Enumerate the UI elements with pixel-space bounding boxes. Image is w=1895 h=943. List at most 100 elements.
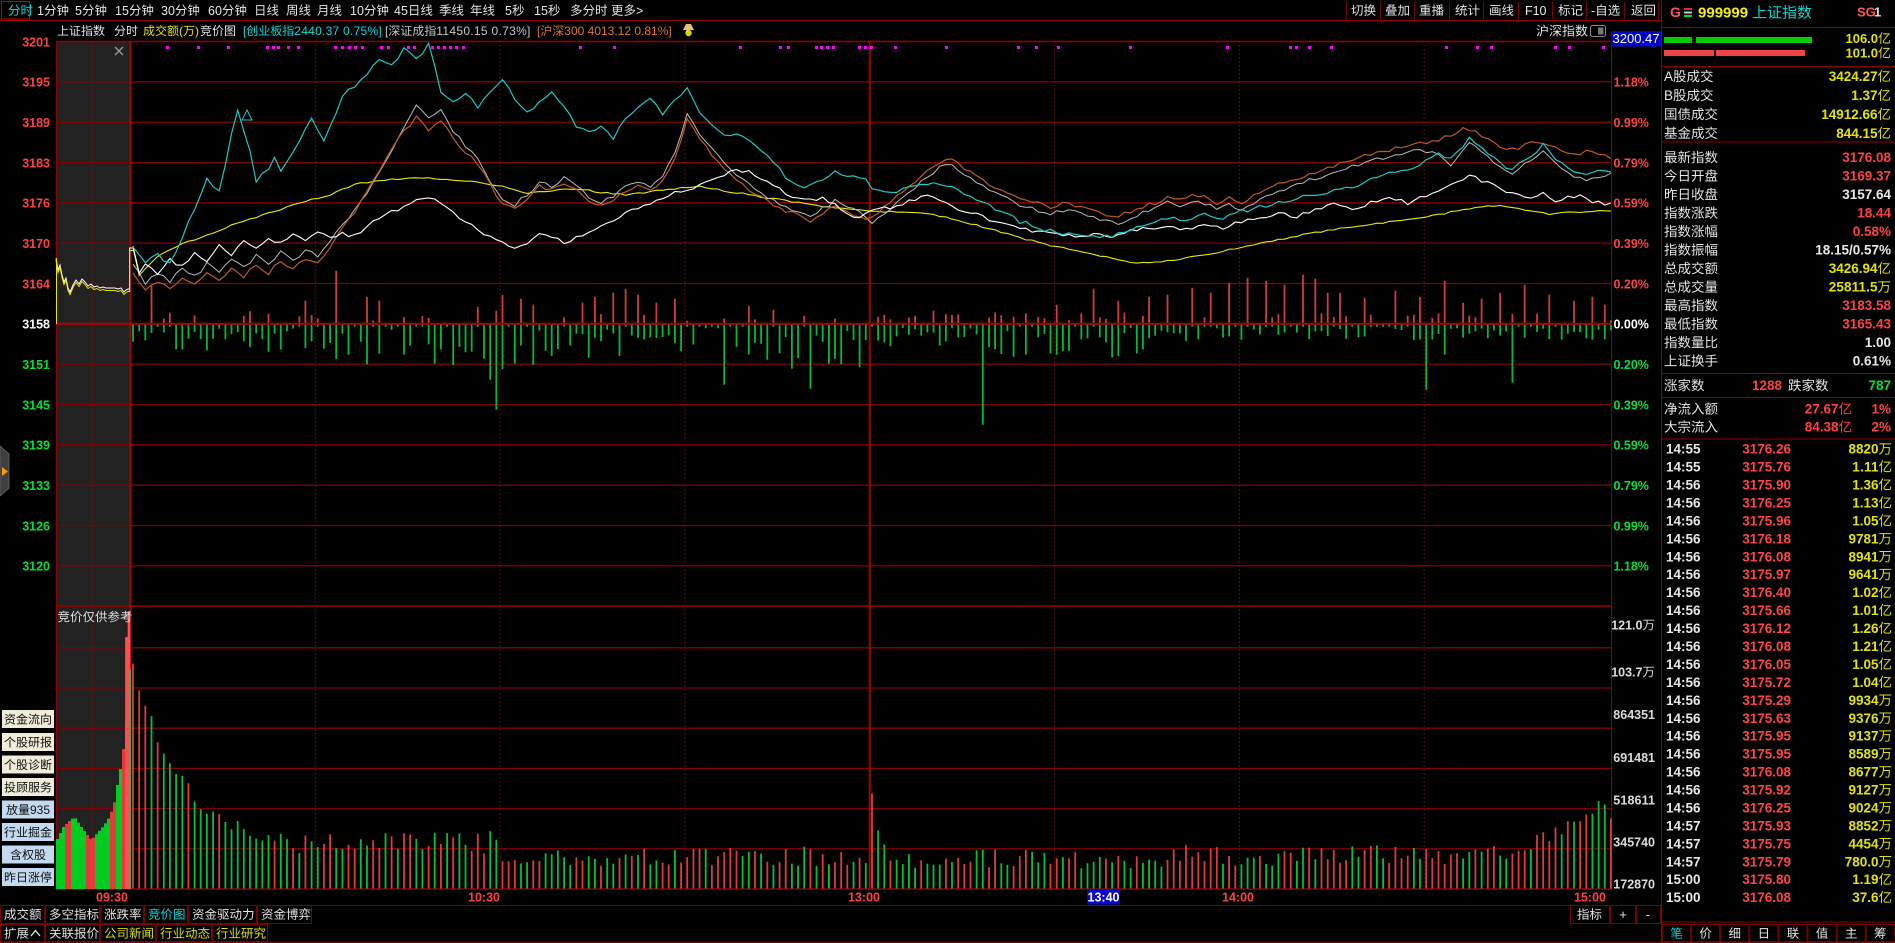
- svg-text:09:30: 09:30: [96, 890, 128, 904]
- svg-text:SG: SG: [1857, 5, 1876, 20]
- svg-text:3176.25: 3176.25: [1742, 801, 1791, 816]
- svg-text:8852: 8852: [1849, 818, 1879, 833]
- svg-text:14:56: 14:56: [1666, 603, 1701, 618]
- svg-text:84.38: 84.38: [1805, 420, 1839, 435]
- svg-text:3145: 3145: [22, 398, 50, 412]
- svg-text:3176.18: 3176.18: [1742, 531, 1791, 546]
- svg-text:15:00: 15:00: [1574, 890, 1606, 904]
- svg-text:3176.08: 3176.08: [1742, 549, 1791, 564]
- svg-text:3426.94: 3426.94: [1829, 261, 1878, 276]
- svg-text:3176.26: 3176.26: [1742, 442, 1791, 457]
- svg-text:3169.37: 3169.37: [1842, 169, 1891, 184]
- svg-text:8677: 8677: [1849, 765, 1879, 780]
- svg-text:14:56: 14:56: [1666, 567, 1701, 582]
- svg-text:14:56: 14:56: [1666, 675, 1701, 690]
- svg-text:14:56: 14:56: [1666, 693, 1701, 708]
- svg-text:3201: 3201: [22, 35, 50, 49]
- svg-text:1.05: 1.05: [1852, 513, 1879, 528]
- svg-text:3175.76: 3175.76: [1742, 460, 1791, 475]
- svg-text:780.0: 780.0: [1845, 854, 1879, 869]
- svg-text:0.59%: 0.59%: [1614, 439, 1649, 453]
- svg-text:0.79%: 0.79%: [1614, 156, 1649, 170]
- svg-text:3158: 3158: [22, 318, 50, 332]
- svg-text:1.04: 1.04: [1852, 675, 1879, 690]
- svg-text:345740: 345740: [1613, 835, 1655, 849]
- svg-text:14:56: 14:56: [1666, 478, 1701, 493]
- svg-text:3183.58: 3183.58: [1842, 298, 1891, 313]
- svg-text:101.0: 101.0: [1846, 46, 1879, 61]
- svg-text:3189: 3189: [22, 116, 50, 130]
- svg-text:3176.05: 3176.05: [1742, 657, 1791, 672]
- svg-text:14:56: 14:56: [1666, 747, 1701, 762]
- svg-text:14:56: 14:56: [1666, 513, 1701, 528]
- svg-text:14912.66: 14912.66: [1821, 107, 1878, 122]
- svg-text:3176.08: 3176.08: [1742, 765, 1791, 780]
- svg-text:8589: 8589: [1849, 747, 1879, 762]
- svg-text:1.11: 1.11: [1852, 460, 1879, 475]
- svg-text:172870: 172870: [1613, 877, 1655, 891]
- svg-text:3175.95: 3175.95: [1742, 747, 1791, 762]
- svg-text:9376: 9376: [1849, 711, 1879, 726]
- svg-text:3175.75: 3175.75: [1742, 836, 1791, 851]
- svg-text:691481: 691481: [1613, 751, 1655, 765]
- svg-text:27.67: 27.67: [1805, 402, 1839, 417]
- svg-text:(: (: [179, 24, 183, 38]
- svg-text:1.05: 1.05: [1852, 657, 1879, 672]
- svg-text:3200.47: 3200.47: [1613, 31, 1660, 46]
- svg-text:18.44: 18.44: [1857, 206, 1891, 221]
- svg-text:9934: 9934: [1849, 693, 1879, 708]
- svg-text:14:56: 14:56: [1666, 783, 1701, 798]
- svg-text:B: B: [1664, 88, 1673, 103]
- svg-text:0.58%: 0.58%: [1853, 224, 1891, 239]
- svg-text:13:40: 13:40: [1088, 890, 1120, 904]
- svg-text:1.01: 1.01: [1852, 603, 1879, 618]
- svg-text:3157.64: 3157.64: [1842, 187, 1891, 202]
- svg-text:14:56: 14:56: [1666, 496, 1701, 511]
- svg-text:3176.08: 3176.08: [1742, 890, 1791, 905]
- svg-text:14:57: 14:57: [1666, 818, 1701, 833]
- svg-text:3176: 3176: [22, 197, 50, 211]
- svg-text:15:00: 15:00: [1666, 872, 1701, 887]
- svg-text:3424.27: 3424.27: [1829, 69, 1878, 84]
- svg-text:787: 787: [1869, 378, 1892, 393]
- svg-text:3183: 3183: [22, 156, 50, 170]
- svg-text:14:56: 14:56: [1666, 621, 1701, 636]
- svg-text:G: G: [1670, 4, 1681, 20]
- svg-text:9024: 9024: [1849, 801, 1879, 816]
- svg-text:14:56: 14:56: [1666, 531, 1701, 546]
- svg-text:10: 10: [350, 4, 364, 18]
- svg-text:14:56: 14:56: [1666, 549, 1701, 564]
- svg-text:F10: F10: [1525, 4, 1547, 18]
- svg-text:45: 45: [394, 4, 408, 18]
- svg-text:0.39%: 0.39%: [1614, 398, 1649, 412]
- svg-text:3170: 3170: [22, 237, 50, 251]
- svg-text:1.21: 1.21: [1852, 639, 1879, 654]
- svg-text:>: >: [636, 4, 643, 18]
- svg-text:121.0: 121.0: [1611, 618, 1642, 632]
- svg-text:37.6: 37.6: [1852, 890, 1879, 905]
- svg-text:25811.5: 25811.5: [1829, 280, 1878, 295]
- svg-text:1.13: 1.13: [1852, 496, 1879, 511]
- svg-text:3175.63: 3175.63: [1742, 711, 1791, 726]
- svg-text:3165.43: 3165.43: [1842, 317, 1891, 332]
- svg-text:2%: 2%: [1872, 420, 1892, 435]
- svg-text:14:56: 14:56: [1666, 585, 1701, 600]
- svg-text:2440.37 0.75%]: 2440.37 0.75%]: [294, 24, 381, 38]
- svg-text:3164: 3164: [22, 277, 50, 291]
- svg-text:3175.72: 3175.72: [1742, 675, 1791, 690]
- svg-text:10:30: 10:30: [468, 890, 500, 904]
- svg-text:3120: 3120: [22, 560, 50, 574]
- svg-text:3175.79: 3175.79: [1742, 854, 1791, 869]
- svg-text:103.7: 103.7: [1611, 665, 1642, 679]
- svg-text:14:57: 14:57: [1666, 854, 1701, 869]
- svg-text:15:00: 15:00: [1666, 890, 1701, 905]
- svg-text:3175.80: 3175.80: [1742, 872, 1791, 887]
- svg-text:9641: 9641: [1849, 567, 1879, 582]
- svg-text:1.19: 1.19: [1852, 872, 1878, 887]
- svg-text:3176.12: 3176.12: [1742, 621, 1791, 636]
- svg-text:3126: 3126: [22, 519, 50, 533]
- svg-text:3175.97: 3175.97: [1742, 567, 1791, 582]
- svg-text:30: 30: [161, 4, 175, 18]
- svg-text:3151: 3151: [22, 358, 50, 372]
- svg-text:3139: 3139: [22, 439, 50, 453]
